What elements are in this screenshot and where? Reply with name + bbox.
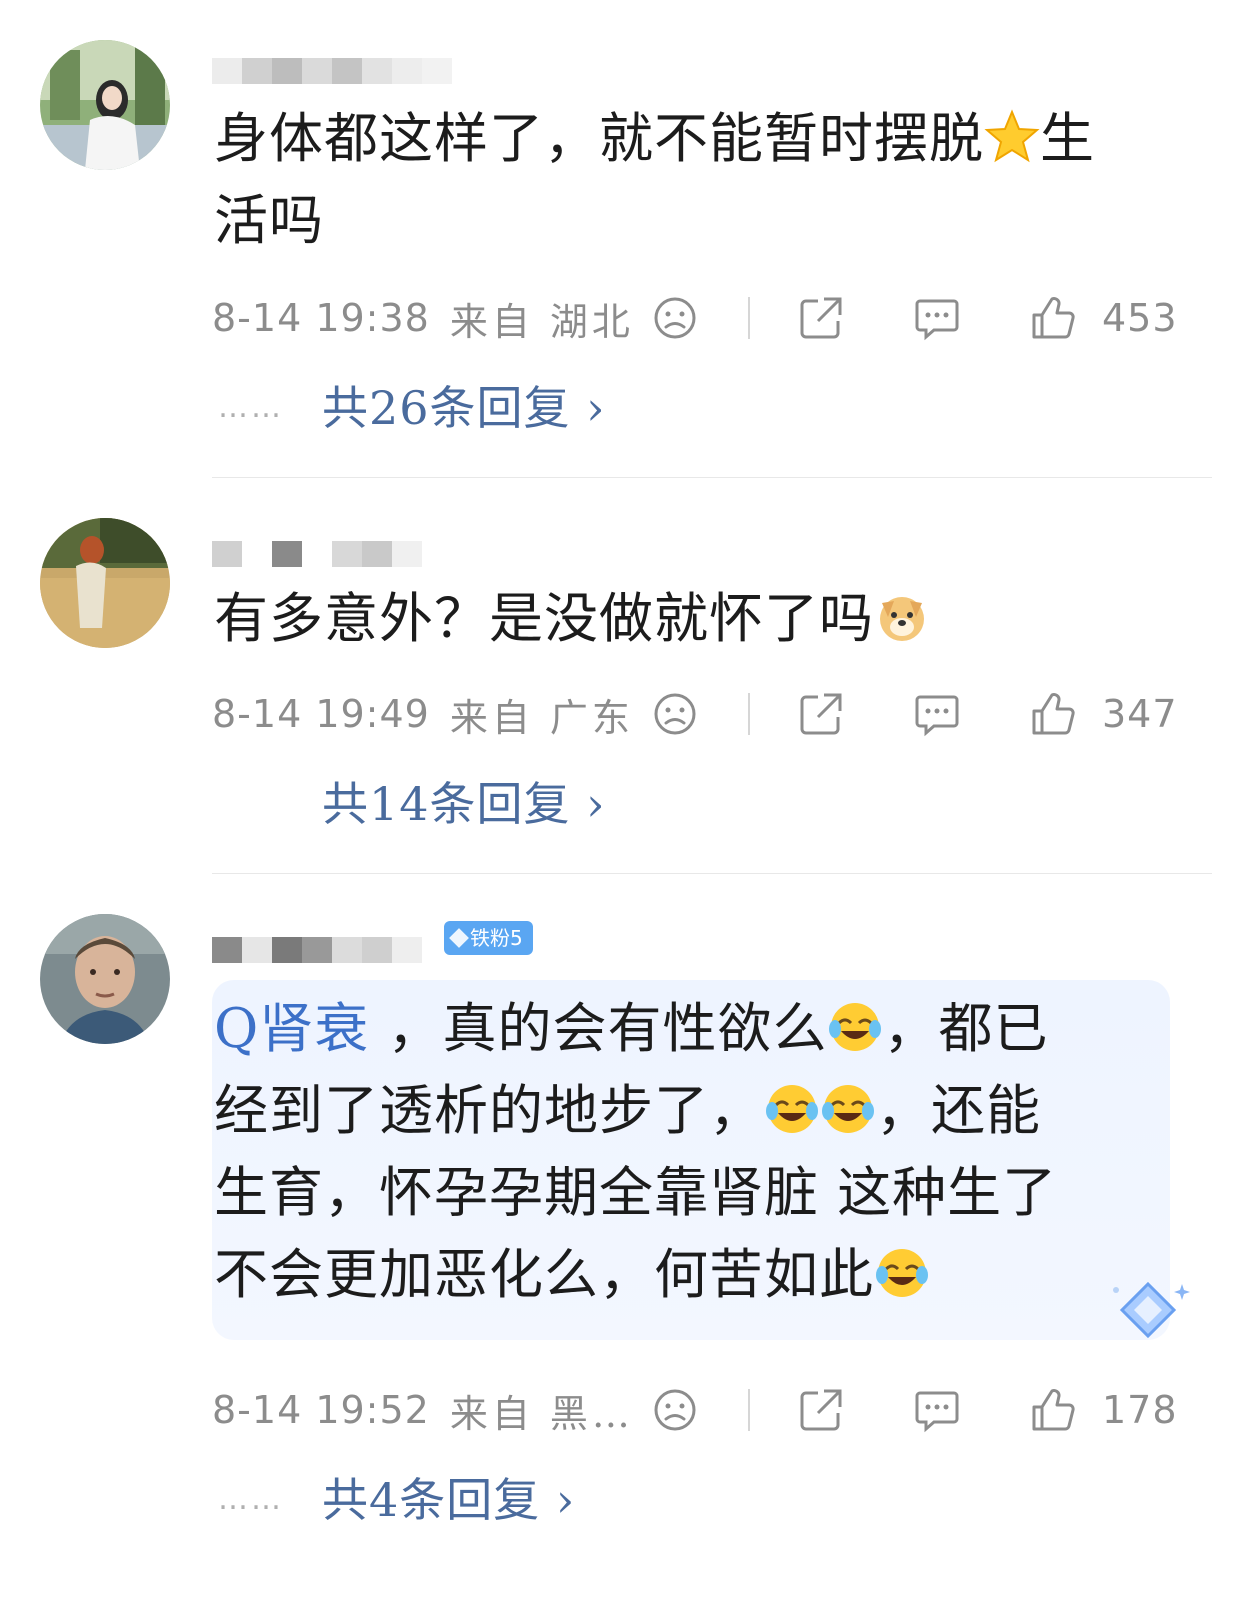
fan-level-badge[interactable]: 铁粉5 bbox=[444, 921, 533, 955]
laughing-tears-emoji-icon bbox=[766, 1085, 818, 1133]
divider bbox=[212, 477, 1212, 478]
username-blurred[interactable] bbox=[212, 58, 452, 84]
sad-face-icon[interactable] bbox=[650, 1385, 700, 1435]
thumbs-up-icon[interactable] bbox=[1028, 293, 1078, 343]
like-count: 347 bbox=[1102, 692, 1178, 736]
comment-meta: 8-14 19:52 来自 黑… bbox=[212, 1385, 634, 1436]
divider-bar bbox=[748, 1389, 750, 1431]
comment-text: 有多意外？是没做就怀了吗 bbox=[214, 578, 1174, 660]
like-count: 453 bbox=[1102, 296, 1178, 340]
search-keyword-link[interactable]: Q肾衰 bbox=[214, 997, 369, 1060]
comment-icon[interactable] bbox=[912, 689, 962, 739]
view-replies-link[interactable]: 共26条回复 › bbox=[322, 383, 606, 433]
comment-meta: 8-14 19:49 来自 广东 bbox=[212, 689, 634, 740]
star-emoji-icon bbox=[984, 109, 1040, 163]
sad-face-icon[interactable] bbox=[650, 689, 700, 739]
avatar[interactable] bbox=[40, 518, 170, 648]
comment-location: 来自 黑… bbox=[449, 1391, 634, 1436]
share-icon[interactable] bbox=[796, 1385, 846, 1435]
action-bar: 347 bbox=[650, 689, 1177, 739]
share-icon[interactable] bbox=[796, 293, 846, 343]
divider-bar bbox=[748, 297, 750, 339]
laughing-tears-emoji-icon bbox=[876, 1249, 928, 1297]
laughing-tears-emoji-icon bbox=[822, 1085, 874, 1133]
thread-dots: …… bbox=[218, 390, 284, 425]
view-replies-link[interactable]: 共14条回复 › bbox=[322, 779, 606, 829]
view-replies-link[interactable]: 共4条回复 › bbox=[322, 1475, 575, 1525]
action-bar: 453 bbox=[650, 293, 1177, 343]
avatar[interactable] bbox=[40, 914, 170, 1044]
divider-bar bbox=[748, 693, 750, 735]
username-blurred[interactable] bbox=[212, 937, 422, 963]
comment-meta: 8-14 19:38 来自 湖北 bbox=[212, 293, 634, 344]
comment-icon[interactable] bbox=[912, 1385, 962, 1435]
thumbs-up-icon[interactable] bbox=[1028, 1385, 1078, 1435]
comment-location: 来自 广东 bbox=[449, 695, 634, 740]
divider bbox=[212, 873, 1212, 874]
action-bar: 178 bbox=[650, 1385, 1177, 1435]
sad-face-icon[interactable] bbox=[650, 293, 700, 343]
username-blurred[interactable] bbox=[212, 541, 422, 567]
laughing-tears-emoji-icon bbox=[829, 1003, 882, 1051]
comment-text: 身体都这样了，就不能暂时摆脱生 活吗 bbox=[214, 107, 1095, 252]
comment-text: Q肾衰 ，真的会有性欲么 ，都已 经到了透析的地步了， ，还能 生育，怀孕孕期全靠肾… bbox=[214, 997, 1058, 1306]
avatar[interactable] bbox=[40, 40, 170, 170]
diamond-icon bbox=[449, 928, 469, 948]
doge-emoji-icon bbox=[880, 597, 924, 641]
thumbs-up-icon[interactable] bbox=[1028, 689, 1078, 739]
thread-dots: …… bbox=[218, 1482, 284, 1517]
comment-time: 8-14 19:49 bbox=[212, 692, 430, 736]
comment-icon[interactable] bbox=[912, 293, 962, 343]
comment-location: 来自 湖北 bbox=[449, 299, 634, 344]
like-count: 178 bbox=[1102, 1388, 1178, 1432]
comment-time: 8-14 19:52 bbox=[212, 1388, 430, 1432]
share-icon[interactable] bbox=[796, 689, 846, 739]
comment-time: 8-14 19:38 bbox=[212, 296, 430, 340]
